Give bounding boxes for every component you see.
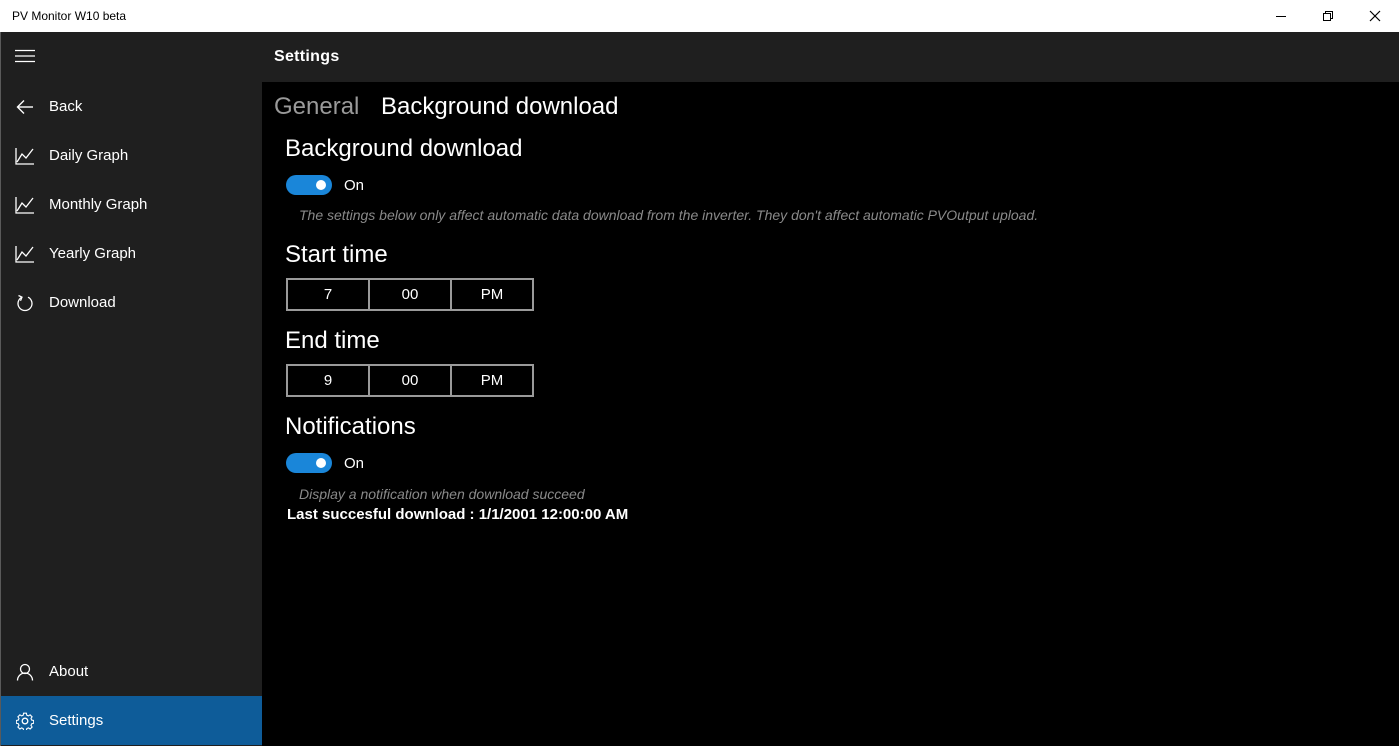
line-chart-icon	[1, 180, 49, 229]
sidebar-item-back[interactable]: Back	[1, 82, 263, 131]
settings-content: General Background download Background d…	[262, 82, 1399, 746]
line-chart-icon	[1, 229, 49, 278]
sidebar-item-label: Settings	[49, 712, 104, 729]
title-bar: PV Monitor W10 beta	[0, 0, 1399, 32]
notifications-toggle[interactable]	[286, 453, 332, 473]
sidebar-item-label: Daily Graph	[49, 147, 129, 164]
gear-icon	[1, 696, 49, 745]
page-header: Settings	[262, 32, 1399, 82]
tab-general[interactable]: General	[274, 93, 359, 121]
end-period[interactable]: PM	[452, 366, 532, 395]
restore-button[interactable]	[1305, 0, 1351, 32]
minimize-button[interactable]	[1258, 0, 1304, 32]
end-hour[interactable]: 9	[288, 366, 370, 395]
back-arrow-icon	[1, 82, 49, 131]
last-download-status: Last succesful download : 1/1/2001 12:00…	[287, 506, 629, 523]
restore-icon	[1323, 11, 1333, 21]
hamburger-icon	[15, 49, 35, 63]
background-download-toggle-label: On	[344, 177, 365, 194]
notifications-toggle-label: On	[344, 455, 365, 472]
start-time-title: Start time	[285, 241, 388, 268]
end-time-title: End time	[285, 327, 380, 354]
sidebar-item-settings[interactable]: Settings	[1, 696, 263, 745]
background-download-hint: The settings below only affect automatic…	[299, 207, 1039, 223]
notifications-hint: Display a notification when download suc…	[299, 486, 585, 502]
line-chart-icon	[1, 131, 49, 180]
start-time-picker[interactable]: 7 00 PM	[286, 278, 534, 311]
person-icon	[1, 647, 49, 696]
sidebar-item-label: Yearly Graph	[49, 245, 136, 262]
start-period[interactable]: PM	[452, 280, 532, 309]
toggle-knob	[316, 180, 326, 190]
app-title: PV Monitor W10 beta	[12, 9, 127, 23]
end-time-picker[interactable]: 9 00 PM	[286, 364, 534, 397]
sidebar-item-about[interactable]: About	[1, 647, 263, 696]
tab-background-download[interactable]: Background download	[381, 93, 619, 121]
refresh-icon	[1, 278, 49, 327]
hamburger-menu-button[interactable]	[1, 32, 49, 80]
sidebar-item-label: About	[49, 663, 89, 680]
end-minute[interactable]: 00	[370, 366, 452, 395]
sidebar-item-download[interactable]: Download	[1, 278, 263, 327]
background-download-title: Background download	[285, 135, 523, 162]
sidebar-item-label: Download	[49, 294, 116, 311]
sidebar-item-monthly-graph[interactable]: Monthly Graph	[1, 180, 263, 229]
start-minute[interactable]: 00	[370, 280, 452, 309]
close-icon	[1369, 10, 1381, 22]
toggle-knob	[316, 458, 326, 468]
close-button[interactable]	[1352, 0, 1398, 32]
sidebar: Back Daily Graph Monthly Graph Yearly Gr…	[0, 32, 263, 746]
notifications-title: Notifications	[285, 413, 416, 440]
sidebar-item-yearly-graph[interactable]: Yearly Graph	[1, 229, 263, 278]
sidebar-item-daily-graph[interactable]: Daily Graph	[1, 131, 263, 180]
start-hour[interactable]: 7	[288, 280, 370, 309]
page-title: Settings	[274, 48, 340, 65]
sidebar-item-label: Monthly Graph	[49, 196, 148, 213]
minimize-icon	[1276, 16, 1286, 17]
background-download-toggle[interactable]	[286, 175, 332, 195]
sidebar-item-label: Back	[49, 98, 83, 115]
